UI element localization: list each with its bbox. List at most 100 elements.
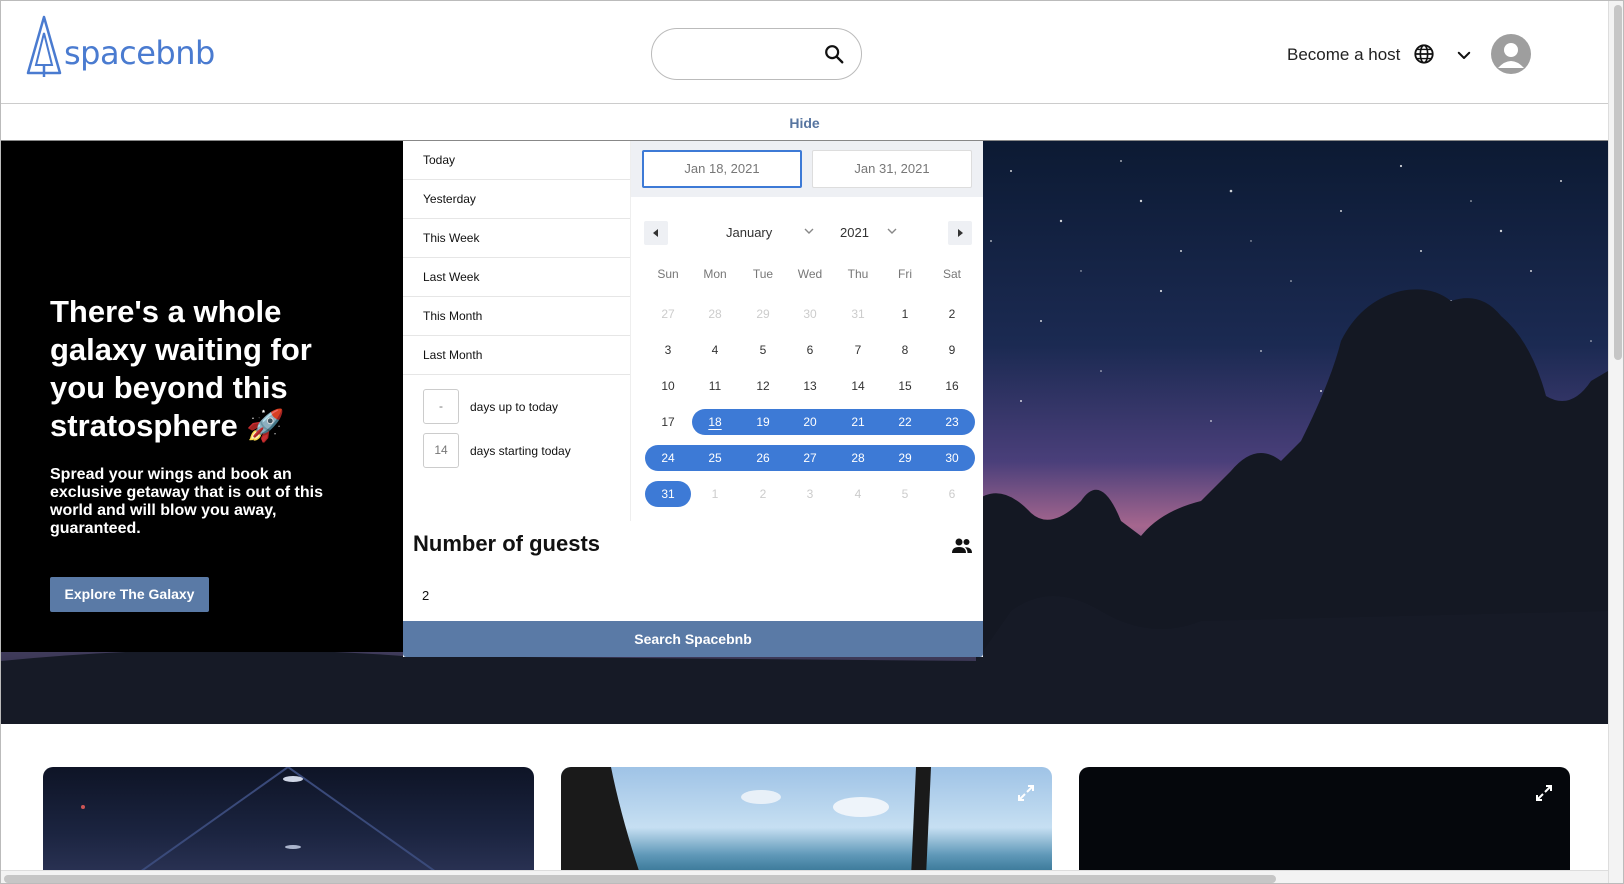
days-start-input[interactable]: 14 <box>423 433 459 468</box>
calendar-day[interactable]: 4 <box>691 338 739 362</box>
calendar-day[interactable]: 5 <box>739 338 787 362</box>
year-chevron-icon[interactable] <box>886 225 898 237</box>
calendar-day[interactable]: 18 <box>691 410 739 434</box>
weekday-label: Sun <box>657 267 679 281</box>
preset-last-week[interactable]: Last Week <box>403 258 630 297</box>
calendar-day[interactable]: 28 <box>691 302 739 326</box>
days-up-input[interactable]: - <box>423 389 459 424</box>
preset-last-month[interactable]: Last Month <box>403 336 630 375</box>
calendar-day[interactable]: 3 <box>644 338 692 362</box>
guests-count[interactable]: 2 <box>422 588 429 603</box>
calendar-day[interactable]: 16 <box>928 374 976 398</box>
rocket-logo-icon <box>26 15 62 77</box>
prev-month-button[interactable] <box>644 221 668 245</box>
search-spacebnb-button[interactable]: Search Spacebnb <box>403 621 983 657</box>
page: spacebnb Become a host Hide There's a wh… <box>0 0 1624 884</box>
calendar-day[interactable]: 4 <box>834 482 882 506</box>
calendar-day[interactable]: 17 <box>644 410 692 434</box>
weekday-label: Fri <box>898 267 912 281</box>
preset-yesterday[interactable]: Yesterday <box>403 180 630 219</box>
calendar-day[interactable]: 26 <box>739 446 787 470</box>
calendar-day[interactable]: 1 <box>881 302 929 326</box>
window-view-image <box>561 767 931 877</box>
logo[interactable]: spacebnb <box>24 15 215 79</box>
hero-subline: Spread your wings and book an exclusive … <box>50 466 323 537</box>
tunnel-image <box>81 767 444 877</box>
calendar-day[interactable]: 28 <box>834 446 882 470</box>
calendar-day[interactable]: 14 <box>834 374 882 398</box>
calendar-day[interactable]: 6 <box>786 338 834 362</box>
year-select[interactable]: 2021 <box>840 225 869 240</box>
calendar-day[interactable]: 31 <box>834 302 882 326</box>
calendar-day[interactable]: 20 <box>786 410 834 434</box>
vertical-scroll-thumb[interactable] <box>1614 5 1622 360</box>
calendar-day[interactable]: 21 <box>834 410 882 434</box>
explore-galaxy-button[interactable]: Explore The Galaxy <box>50 577 209 612</box>
user-avatar-icon[interactable] <box>1491 34 1531 74</box>
listing-card-1[interactable] <box>43 767 534 877</box>
date-presets: Today Yesterday This Week Last Week This… <box>403 141 631 521</box>
search-icon[interactable] <box>823 43 845 65</box>
calendar-day[interactable]: 10 <box>644 374 692 398</box>
become-host-link[interactable]: Become a host <box>1287 45 1400 65</box>
calendar-day[interactable]: 13 <box>786 374 834 398</box>
calendar-day[interactable]: 27 <box>786 446 834 470</box>
listing-card-3[interactable] <box>1079 767 1570 877</box>
expand-icon[interactable] <box>1534 783 1554 803</box>
top-header: spacebnb Become a host <box>1 1 1608 104</box>
weekday-label: Tue <box>752 267 774 281</box>
horizontal-scroll-thumb[interactable] <box>4 875 1276 883</box>
calendar-day[interactable]: 29 <box>881 446 929 470</box>
weekday-label: Mon <box>703 267 727 281</box>
end-date-field[interactable]: Jan 31, 2021 <box>812 150 972 188</box>
vertical-scrollbar[interactable] <box>1608 1 1623 883</box>
next-month-button[interactable] <box>948 221 972 245</box>
calendar-day[interactable]: 6 <box>928 482 976 506</box>
start-date-field[interactable]: Jan 18, 2021 <box>642 150 802 188</box>
calendar-day[interactable]: 15 <box>881 374 929 398</box>
days-start-label: days starting today <box>470 443 571 458</box>
calendar-day[interactable]: 24 <box>644 446 692 470</box>
listing-card-2[interactable] <box>561 767 1052 877</box>
hide-toggle[interactable]: Hide <box>1 105 1608 141</box>
booking-picker: Today Yesterday This Week Last Week This… <box>403 141 983 657</box>
calendar-day[interactable]: 2 <box>739 482 787 506</box>
calendar-day[interactable]: 19 <box>739 410 787 434</box>
month-select[interactable]: January <box>726 225 772 240</box>
calendar-day[interactable]: 3 <box>786 482 834 506</box>
calendar-day[interactable]: 25 <box>691 446 739 470</box>
calendar-day[interactable]: 5 <box>881 482 929 506</box>
search-input[interactable] <box>651 28 862 80</box>
calendar-day[interactable]: 9 <box>928 338 976 362</box>
preset-this-month[interactable]: This Month <box>403 297 630 336</box>
calendar-day[interactable]: 1 <box>691 482 739 506</box>
preset-this-week[interactable]: This Week <box>403 219 630 258</box>
globe-icon[interactable] <box>1413 43 1435 65</box>
days-up-label: days up to today <box>470 399 559 414</box>
chevron-down-icon[interactable] <box>1455 46 1473 64</box>
preset-today[interactable]: Today <box>403 141 630 180</box>
people-icon <box>952 538 972 553</box>
calendar-day[interactable]: 30 <box>786 302 834 326</box>
calendar-day[interactable]: 12 <box>739 374 787 398</box>
hero-headline: There's a whole galaxy waiting for you b… <box>50 294 312 443</box>
date-fields: Jan 18, 2021 Jan 31, 2021 <box>631 141 983 197</box>
horizontal-scrollbar[interactable] <box>1 870 1608 883</box>
calendar-day[interactable]: 2 <box>928 302 976 326</box>
calendar-day[interactable]: 31 <box>644 482 692 506</box>
calendar-day[interactable]: 30 <box>928 446 976 470</box>
calendar-day[interactable]: 11 <box>691 374 739 398</box>
weekday-label: Thu <box>847 267 869 281</box>
calendar-day[interactable]: 22 <box>881 410 929 434</box>
days-start-row: 14 days starting today <box>423 433 571 468</box>
calendar-day[interactable]: 7 <box>834 338 882 362</box>
caret-right-icon <box>958 229 963 237</box>
calendar-day[interactable]: 8 <box>881 338 929 362</box>
calendar-day[interactable]: 29 <box>739 302 787 326</box>
weekday-label: Sat <box>942 267 961 281</box>
caret-left-icon <box>653 229 658 237</box>
calendar-day[interactable]: 23 <box>928 410 976 434</box>
calendar-day[interactable]: 27 <box>644 302 692 326</box>
expand-icon[interactable] <box>1016 783 1036 803</box>
month-chevron-icon[interactable] <box>803 225 815 237</box>
